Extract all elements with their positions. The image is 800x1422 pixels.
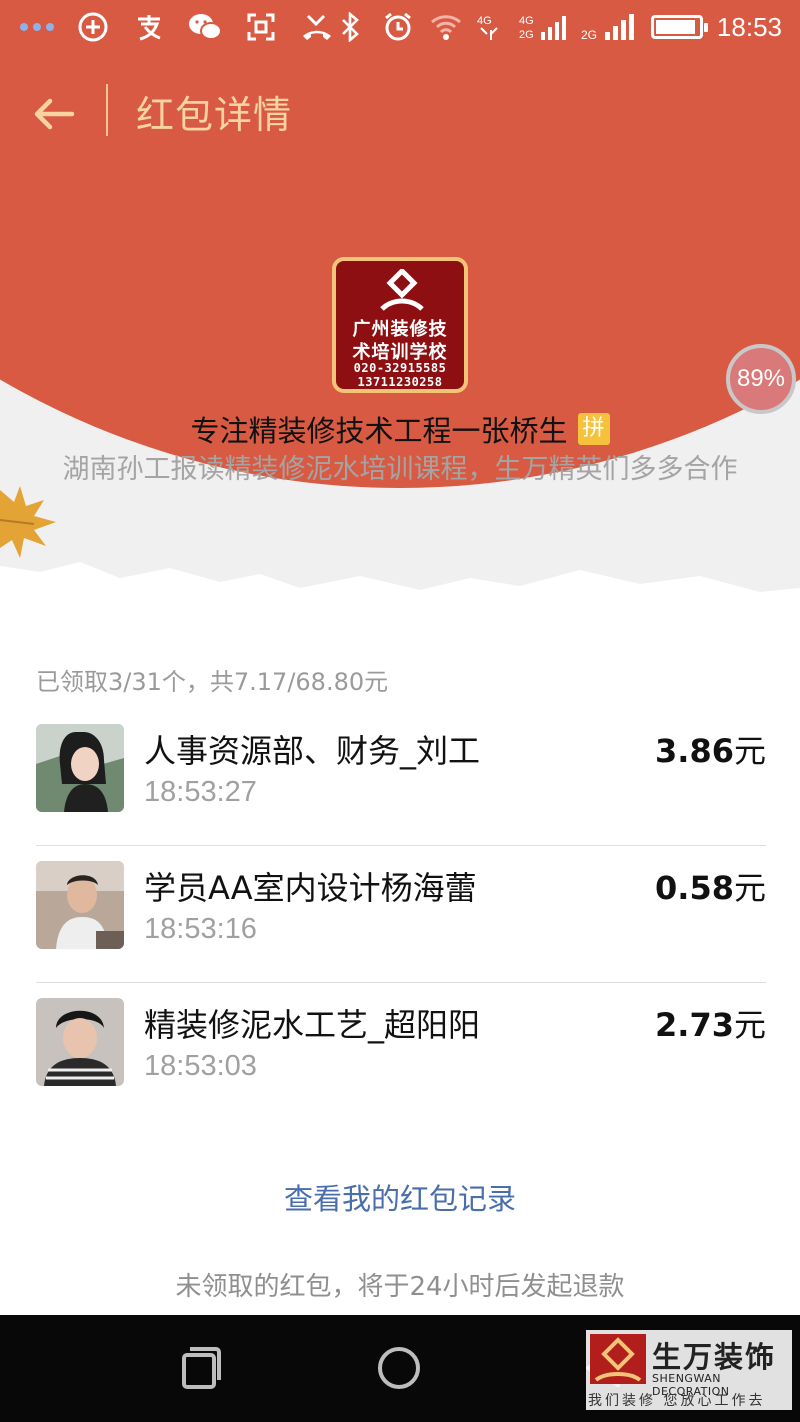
home-button[interactable]: [374, 1343, 424, 1393]
record-time: 18:53:27: [144, 776, 257, 808]
sender-info: 专注精装修技术工程一张桥生拼: [0, 408, 800, 450]
clock: 18:53: [716, 11, 782, 42]
brand-logo-icon: [590, 1334, 646, 1384]
alipay-icon: [132, 10, 166, 44]
record-name: 精装修泥水工艺_超阳阳: [144, 1006, 481, 1044]
signal-4g-icon: 4G: [477, 10, 505, 44]
record-row[interactable]: 学员AA室内设计杨海蕾 18:53:16 0.58元: [36, 847, 766, 983]
more-dots-icon: [20, 10, 54, 44]
title-bar: 红包详情: [0, 58, 800, 168]
battery-icon: [650, 15, 708, 39]
logo-phone-2: 13711230258: [357, 375, 443, 389]
back-button[interactable]: [28, 88, 80, 140]
divider: [36, 845, 766, 846]
svg-text:2G: 2G: [581, 28, 597, 42]
floating-progress-badge[interactable]: 89%: [726, 344, 796, 414]
wifi-icon: [429, 10, 463, 44]
brand-watermark: 生万装饰 SHENGWAN DECORATION 我们装修 您放心工作去: [586, 1330, 792, 1410]
avatar: [36, 724, 124, 812]
pin-badge: 拼: [577, 413, 610, 445]
alarm-icon: [381, 10, 415, 44]
wechat-icon: [188, 10, 222, 44]
title-divider: [106, 84, 108, 136]
record-name: 人事资源部、财务_刘工: [144, 732, 481, 770]
school-logo-icon: [380, 269, 424, 311]
my-records-link[interactable]: 查看我的红包记录: [0, 1176, 800, 1218]
status-bar: 4G 4G 2G 2G 18:53: [0, 0, 800, 58]
sender-name: 专注精装修技术工程一张桥生: [190, 414, 568, 448]
greeting-message: 湖南孙工报读精装修泥水培训课程，生万精英们多多合作: [62, 454, 738, 485]
snow-hills-decoration: [0, 562, 800, 648]
refund-note: 未领取的红包，将于24小时后发起退款: [175, 1272, 625, 1302]
record-row[interactable]: 精装修泥水工艺_超阳阳 18:53:03 2.73元: [36, 984, 766, 1120]
brand-name: 生万装饰: [652, 1340, 777, 1374]
record-amount: 2.73元: [655, 1006, 766, 1044]
bluetooth-icon: [333, 10, 367, 44]
signal-4g-icon: 4G 2G: [519, 10, 567, 44]
home-icon: [378, 1347, 420, 1389]
recent-apps-icon: [182, 1347, 221, 1389]
avatar: [36, 998, 124, 1086]
add-circle-icon: [76, 10, 110, 44]
record-name: 学员AA室内设计杨海蕾: [144, 869, 477, 907]
svg-text:2G: 2G: [519, 29, 534, 41]
claim-summary: 已领取3/31个，共7.17/68.80元: [36, 668, 389, 696]
record-row[interactable]: 人事资源部、财务_刘工 18:53:27 3.86元: [36, 710, 766, 846]
sender-avatar[interactable]: 广州装修技 术培训学校 020-32915585 13711230258: [332, 257, 468, 393]
record-time: 18:53:16: [144, 913, 257, 945]
signal-2g-icon: 2G: [581, 10, 637, 44]
avatar: [36, 861, 124, 949]
missed-call-icon: [300, 10, 334, 44]
page-title: 红包详情: [136, 93, 293, 137]
record-amount: 3.86元: [655, 732, 766, 770]
scan-icon: [244, 10, 278, 44]
arrow-left-icon: [34, 98, 75, 130]
logo-phone-1: 020-32915585: [353, 361, 447, 375]
record-amount: 0.58元: [655, 869, 766, 907]
divider: [36, 982, 766, 983]
svg-text:4G: 4G: [519, 15, 534, 27]
brand-slogan: 我们装修 您放心工作去: [588, 1393, 766, 1409]
svg-text:4G: 4G: [477, 15, 492, 27]
recent-apps-button[interactable]: [176, 1343, 226, 1393]
record-time: 18:53:03: [144, 1050, 257, 1082]
